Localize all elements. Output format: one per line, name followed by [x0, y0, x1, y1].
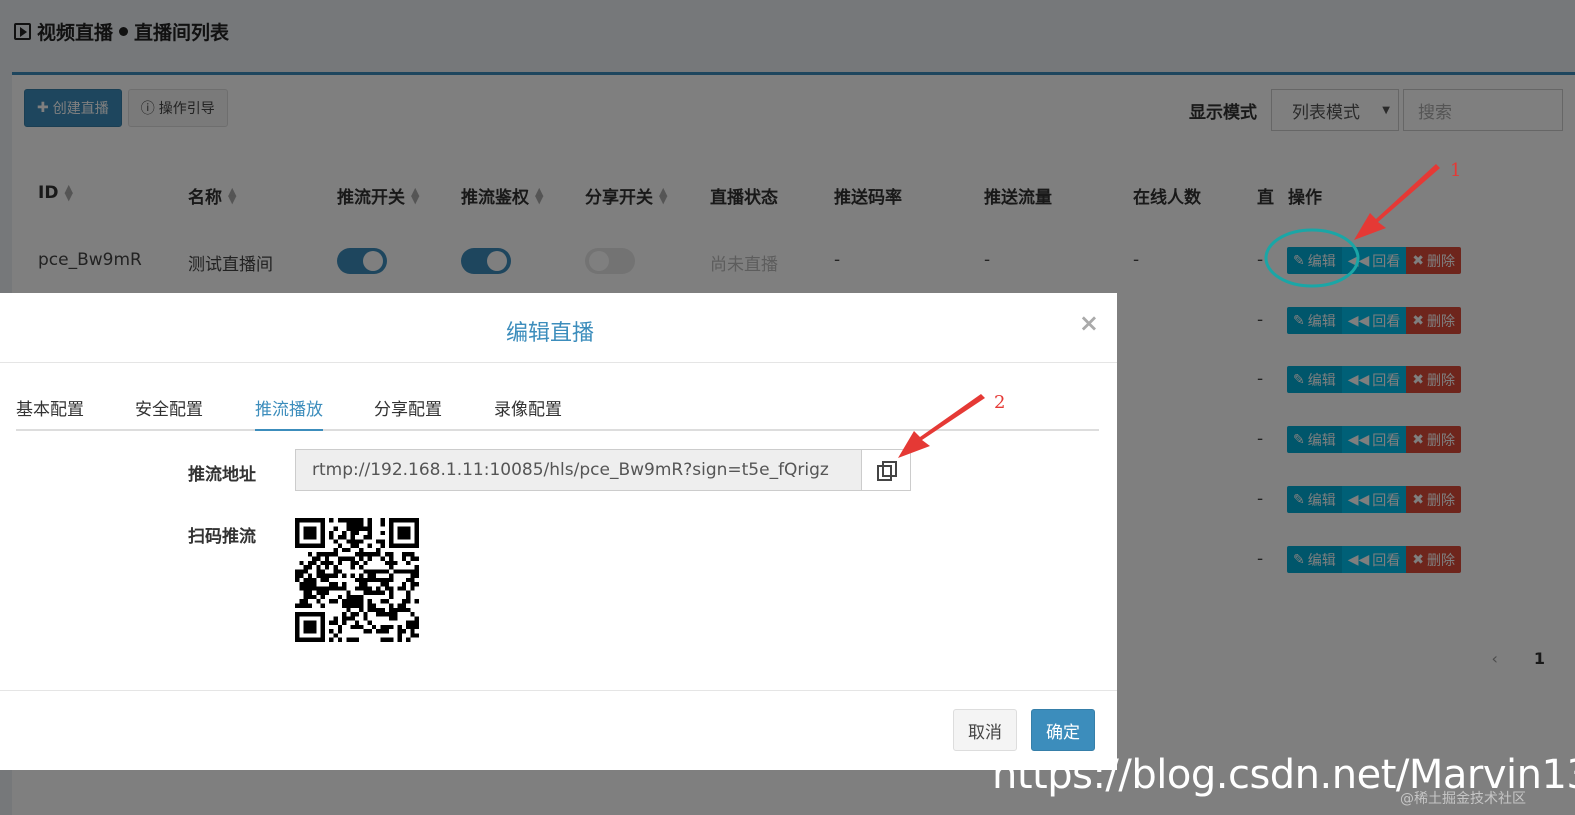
modal-footer: 取消 确定 — [0, 690, 1117, 770]
cancel-button[interactable]: 取消 — [953, 709, 1017, 751]
tab-share[interactable]: 分享配置 — [374, 395, 442, 431]
close-icon[interactable]: × — [1079, 309, 1099, 337]
copy-icon — [877, 461, 897, 481]
watermark-small: @稀土掘金技术社区 — [1400, 791, 1526, 807]
push-url-label: 推流地址 — [188, 465, 256, 485]
qr-code-image — [295, 518, 419, 642]
tab-push-play[interactable]: 推流播放 — [255, 395, 323, 431]
tab-basic[interactable]: 基本配置 — [16, 395, 84, 431]
push-url-field[interactable]: rtmp://192.168.1.11:10085/hls/pce_Bw9mR?… — [296, 450, 861, 490]
annotation-number-1: 1 — [1450, 160, 1462, 181]
edit-live-modal: 编辑直播 × 基本配置 安全配置 推流播放 分享配置 录像配置 推流地址 rtm… — [0, 293, 1117, 770]
modal-header: 编辑直播 × — [0, 293, 1117, 363]
copy-button[interactable] — [861, 450, 910, 490]
modal-title: 编辑直播 — [505, 321, 594, 346]
push-url-group: rtmp://192.168.1.11:10085/hls/pce_Bw9mR?… — [295, 449, 911, 491]
qr-label: 扫码推流 — [188, 527, 256, 547]
tab-record[interactable]: 录像配置 — [494, 395, 562, 431]
tab-security[interactable]: 安全配置 — [135, 395, 203, 431]
modal-tabs: 基本配置 安全配置 推流播放 分享配置 录像配置 — [16, 383, 1099, 431]
annotation-number-2: 2 — [994, 392, 1006, 413]
confirm-button[interactable]: 确定 — [1031, 709, 1095, 751]
